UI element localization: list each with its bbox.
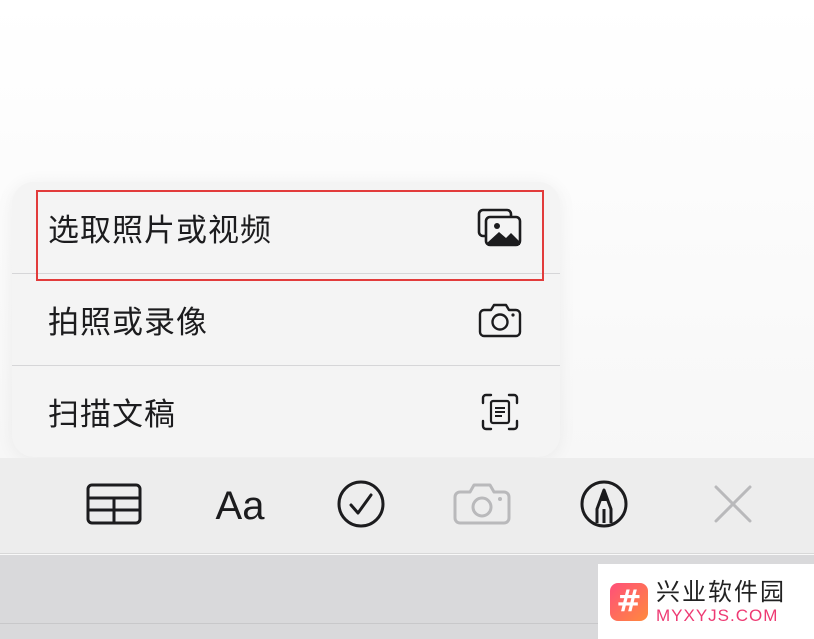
- table-icon: [86, 483, 142, 529]
- markup-button[interactable]: [574, 478, 634, 534]
- menu-item-label: 扫描文稿: [48, 397, 176, 433]
- text-format-icon: Aa: [215, 483, 265, 528]
- menu-item-label: 选取照片或视频: [48, 213, 272, 249]
- insert-media-menu: 选取照片或视频 拍照或录像 扫描文稿: [12, 182, 560, 457]
- table-button[interactable]: [84, 478, 144, 534]
- checklist-button[interactable]: [331, 478, 391, 534]
- document-scan-icon: [476, 388, 524, 436]
- watermark: # 兴业软件园 MYXYJS.COM: [598, 564, 814, 639]
- menu-item-label: 拍照或录像: [48, 305, 208, 341]
- camera-button[interactable]: [452, 478, 512, 534]
- watermark-subtitle: MYXYJS.COM: [656, 605, 779, 625]
- watermark-logo-icon: #: [610, 582, 648, 621]
- camera-icon: [452, 482, 512, 530]
- note-toolbar: Aa: [0, 458, 814, 554]
- close-button[interactable]: [703, 478, 763, 534]
- menu-item-scan-documents[interactable]: 扫描文稿: [12, 366, 560, 457]
- watermark-title: 兴业软件园: [656, 577, 786, 606]
- close-icon: [713, 484, 753, 528]
- menu-item-take-photo-video[interactable]: 拍照或录像: [12, 274, 560, 365]
- markup-pen-icon: [579, 479, 629, 533]
- checklist-icon: [336, 479, 386, 533]
- menu-item-choose-photo-video[interactable]: 选取照片或视频: [12, 182, 560, 273]
- camera-icon: [476, 296, 524, 344]
- watermark-text: 兴业软件园 MYXYJS.COM: [656, 578, 786, 626]
- text-format-button[interactable]: Aa: [210, 478, 270, 534]
- photo-library-icon: [476, 204, 524, 252]
